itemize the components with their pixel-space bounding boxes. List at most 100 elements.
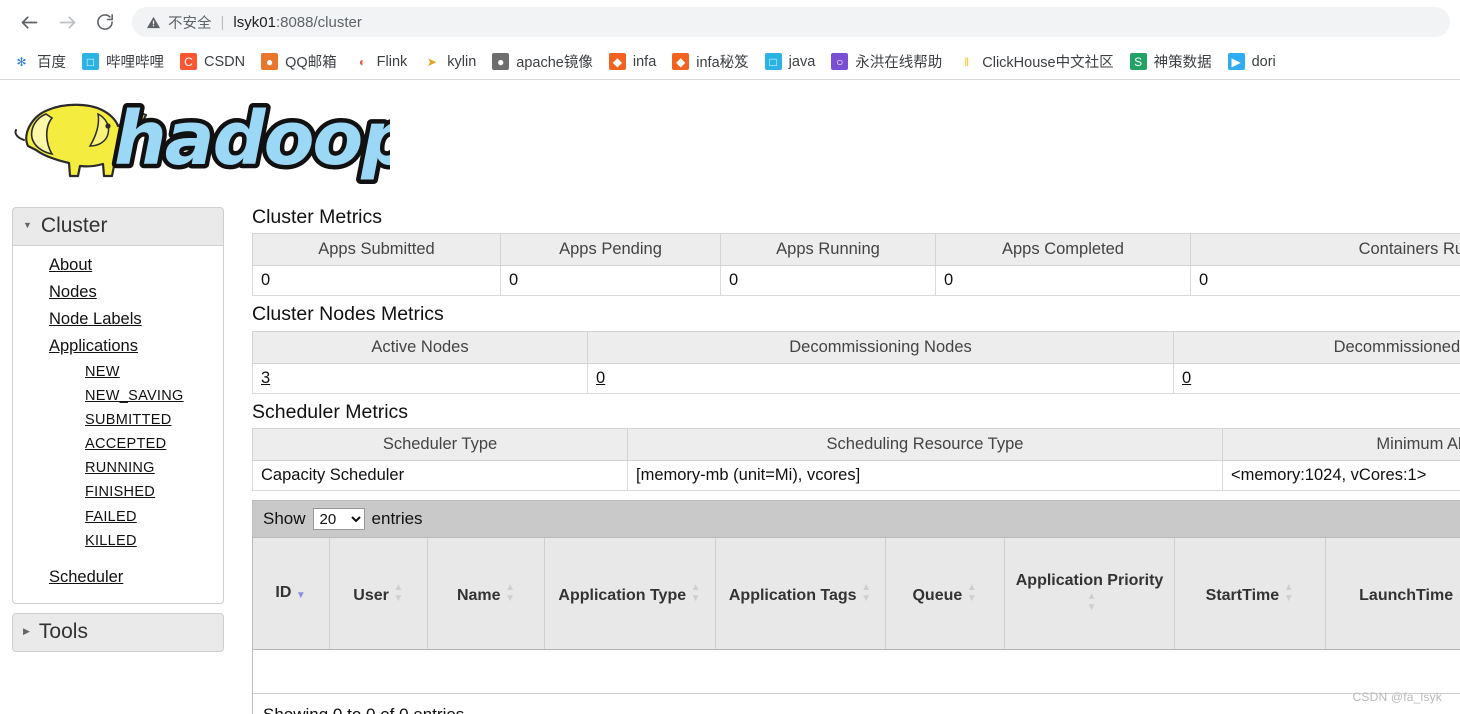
metric-cell: 0	[935, 265, 1191, 297]
column-header-label: Name	[456, 586, 501, 604]
column-header-name[interactable]: Name	[427, 538, 546, 651]
reload-icon[interactable]	[86, 3, 124, 41]
bookmark-item[interactable]: ● QQ邮箱	[254, 47, 344, 76]
bookmark-item[interactable]: ✻ 百度	[6, 47, 73, 76]
flink-icon: ◖	[357, 54, 365, 69]
bookmark-item[interactable]: ➤ kylin	[416, 49, 483, 74]
applications-table-body	[253, 649, 1460, 695]
bookmark-item[interactable]: S 神策数据	[1123, 47, 1219, 76]
column-header-launchtime[interactable]: LaunchTime	[1325, 538, 1460, 651]
column-header-label: User	[353, 586, 389, 604]
sensorsdata-icon: S	[1129, 53, 1147, 70]
column-header-application-type[interactable]: Application Type	[544, 538, 716, 651]
warning-triangle-icon	[146, 15, 161, 30]
sidebar-cluster-title: Cluster	[40, 214, 108, 237]
bookmark-label: apache镜像	[516, 55, 593, 71]
kylin-icon: ➤	[426, 54, 437, 69]
metric-cell: 0	[720, 265, 936, 297]
column-header: Minimum Allocation	[1222, 428, 1460, 462]
metric-cell: 0	[1190, 265, 1460, 297]
sort-toggle-icon	[861, 583, 872, 604]
arrow-left-icon[interactable]	[10, 3, 48, 41]
svg-text:hadoop: hadoop	[114, 96, 390, 182]
table-header-row: Apps Submitted Apps Pending Apps Running Ap…	[252, 233, 1460, 267]
security-label: 不安全	[168, 15, 212, 32]
main-content: Cluster Metrics Apps Submitted Apps Pendi…	[252, 207, 1460, 714]
bilibili-icon: □	[82, 53, 99, 70]
sidebar-item-scheduler[interactable]: Scheduler	[13, 564, 223, 591]
bookmark-item[interactable]: ○ 永洪在线帮助	[824, 47, 949, 76]
applications-panel: Show 20406080100 entries ID User Name Appli…	[252, 500, 1460, 714]
column-header-label: LaunchTime	[1359, 586, 1454, 604]
triangle-down-icon: ▼	[23, 220, 32, 230]
bookmark-label: Flink	[376, 53, 408, 70]
bookmark-item[interactable]: ‖ ClickHouse中文社区	[951, 47, 1120, 76]
sidebar-tools-header[interactable]: ▶ Tools	[12, 612, 224, 652]
column-header-label: Application Priority	[1015, 572, 1164, 590]
column-header-id[interactable]: ID	[253, 538, 330, 651]
doris-icon: ▶	[1227, 53, 1245, 70]
bookmark-item[interactable]: ◖ Flink	[346, 49, 415, 74]
sidebar-item-failed[interactable]: FAILED	[13, 505, 223, 529]
sidebar-item-new[interactable]: NEW	[13, 360, 223, 384]
clickhouse-icon: ‖	[964, 54, 970, 69]
sidebar-cluster-header[interactable]: ▼ Cluster	[12, 207, 224, 246]
sort-toggle-icon	[393, 583, 404, 604]
column-header-label: Application Tags	[728, 586, 857, 604]
triangle-right-icon: ▶	[23, 626, 30, 637]
column-header: Apps Running	[720, 233, 936, 267]
bookmark-item[interactable]: ▶ dori	[1221, 49, 1283, 74]
applications-footer-info: Showing 0 to 0 of 0 entries	[253, 694, 1460, 714]
cluster-metrics-table: Apps Submitted Apps Pending Apps Running Ap…	[252, 233, 1460, 297]
arrow-right-icon[interactable]	[48, 3, 86, 41]
browser-chrome: 不安全 | lsyk01:8088/cluster ✻ 百度 □ 哔哩哔哩 C CSDN ●…	[0, 0, 1460, 80]
sort-toggle-icon	[505, 583, 516, 604]
table-row: Capacity Scheduler [memory-mb (unit=Mi), …	[252, 460, 1460, 492]
metric-cell: 0	[1173, 363, 1460, 394]
bookmark-label: dori	[1251, 53, 1276, 70]
sort-toggle-icon	[966, 583, 977, 604]
table-row: 00000	[252, 265, 1460, 297]
sidebar-item-submitted[interactable]: SUBMITTED	[13, 408, 223, 432]
bookmark-item[interactable]: C CSDN	[173, 49, 252, 74]
hadoop-logo: hadoop hadoop	[0, 80, 1460, 190]
column-header-label: ID	[275, 584, 292, 602]
sidebar-item-killed[interactable]: KILLED	[13, 529, 223, 553]
informatica-icon: ◆	[672, 53, 690, 70]
column-header-user[interactable]: User	[329, 538, 429, 651]
sidebar-item-nodes[interactable]: Nodes	[13, 279, 223, 306]
metric-cell: 0	[252, 265, 501, 297]
bookmark-item[interactable]: ◆ infa秘笈	[665, 47, 755, 76]
bookmark-item[interactable]: □ java	[758, 49, 823, 74]
column-header-label: Queue	[912, 586, 963, 604]
column-header-queue[interactable]: Queue	[885, 538, 1005, 651]
bookmark-item[interactable]: □ 哔哩哔哩	[75, 47, 171, 76]
metric-link[interactable]: 3	[261, 369, 270, 387]
column-header-application-priority[interactable]: Application Priority	[1004, 538, 1176, 651]
bookmark-label: CSDN	[204, 53, 246, 70]
sort-toggle-icon	[1086, 592, 1097, 613]
sidebar-item-finished[interactable]: FINISHED	[13, 480, 223, 504]
metric-cell: 0	[500, 265, 721, 297]
column-header-starttime[interactable]: StartTime	[1174, 538, 1326, 651]
metric-link[interactable]: 0	[1182, 369, 1191, 387]
metric-link[interactable]: 0	[596, 369, 605, 387]
entries-label: entries	[371, 509, 423, 529]
scheduler-metrics-table: Scheduler Type Scheduling Resource Type Mi…	[252, 428, 1460, 492]
sidebar-item-applications[interactable]: Applications	[13, 333, 223, 360]
bookmark-item[interactable]: ◆ infa	[602, 49, 663, 74]
column-header: Apps Submitted	[252, 233, 501, 267]
bookmark-label: 百度	[37, 55, 66, 71]
bookmark-item[interactable]: ● apache镜像	[485, 47, 600, 76]
sidebar-item-node-labels[interactable]: Node Labels	[13, 306, 223, 333]
sidebar-item-accepted[interactable]: ACCEPTED	[13, 432, 223, 456]
sidebar-item-about[interactable]: About	[13, 252, 223, 279]
sidebar-item-new-saving[interactable]: NEW_SAVING	[13, 384, 223, 408]
column-header-application-tags[interactable]: Application Tags	[715, 538, 886, 651]
cluster-nodes-metrics-table: Active Nodes Decommissioning Nodes Decommi…	[252, 330, 1460, 394]
url-host: lsyk01	[233, 13, 276, 31]
address-bar[interactable]: 不安全 | lsyk01:8088/cluster	[132, 7, 1450, 37]
column-header: Scheduling Resource Type	[627, 428, 1223, 462]
sidebar-item-running[interactable]: RUNNING	[13, 456, 223, 480]
entries-per-page-select[interactable]: 20406080100	[312, 508, 365, 531]
